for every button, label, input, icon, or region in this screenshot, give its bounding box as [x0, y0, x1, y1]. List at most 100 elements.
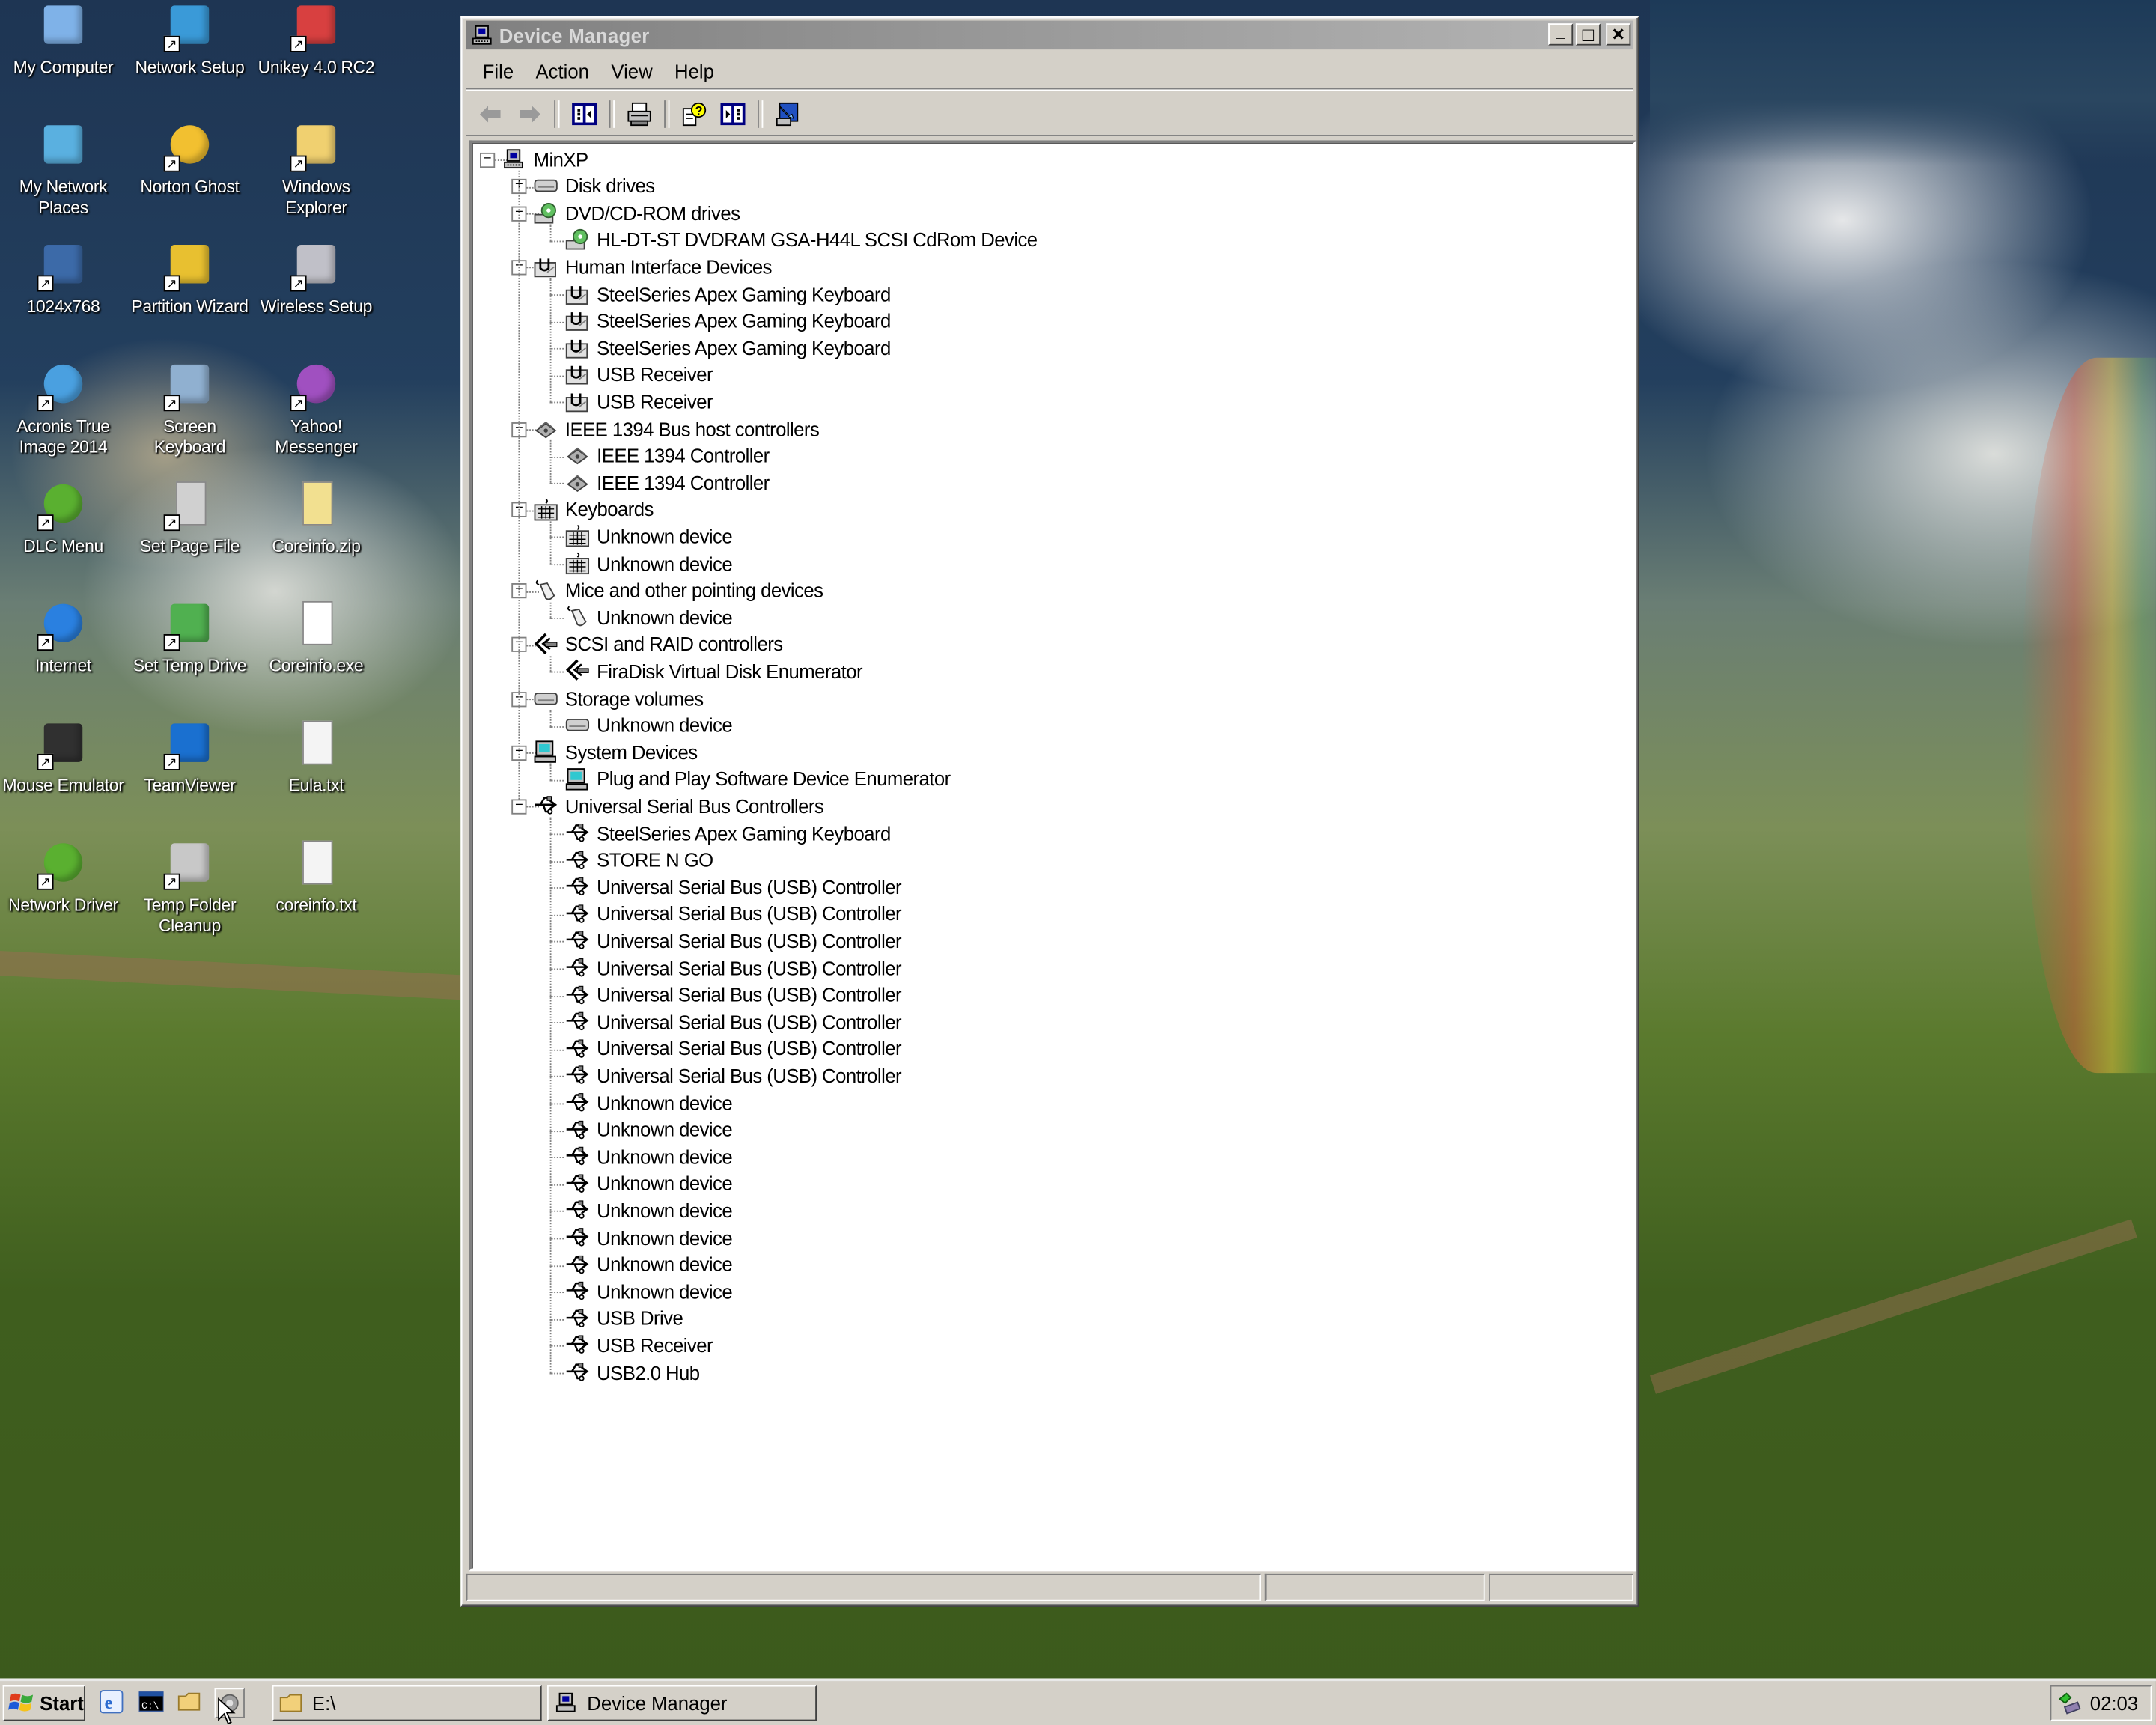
desktop-icon[interactable]: ↗ Network Setup: [127, 3, 253, 79]
tree-category[interactable]: Storage volumes: [534, 685, 704, 711]
desktop-icon[interactable]: ↗ Unikey 4.0 RC2: [253, 3, 380, 79]
collapse-toggle[interactable]: −: [480, 151, 496, 168]
desktop-icon[interactable]: ↗ Partition Wizard: [127, 242, 253, 317]
quicklaunch-explorer[interactable]: [176, 1688, 204, 1715]
tree-device[interactable]: Unknown device: [565, 1197, 733, 1223]
desktop-icon[interactable]: ↗ Windows Explorer: [253, 123, 380, 219]
title-bar[interactable]: Device Manager _ □ ✕: [466, 20, 1633, 50]
quicklaunch-internet-explorer[interactable]: e: [97, 1688, 125, 1715]
tree-root[interactable]: MinXP: [502, 146, 588, 172]
menu-file[interactable]: File: [466, 61, 525, 82]
tree-device[interactable]: USB Drive: [565, 1305, 683, 1331]
tree-device[interactable]: Universal Serial Bus (USB) Controller: [565, 874, 902, 900]
tree-device[interactable]: Unknown device: [565, 1116, 733, 1143]
maximize-button[interactable]: □: [1575, 23, 1601, 46]
tree-device[interactable]: IEEE 1394 Controller: [565, 469, 770, 496]
tree-device[interactable]: SteelSeries Apex Gaming Keyboard: [565, 820, 891, 846]
clock[interactable]: 02:03: [2090, 1692, 2138, 1714]
properties-button[interactable]: [771, 99, 804, 129]
desktop-icon[interactable]: ↗ Wireless Setup: [253, 242, 380, 317]
task-button-e-drive[interactable]: E:\: [272, 1685, 542, 1721]
tree-device[interactable]: Universal Serial Bus (USB) Controller: [565, 928, 902, 954]
tree-device[interactable]: Unknown device: [565, 1089, 733, 1116]
tree-category[interactable]: SCSI and RAID controllers: [534, 631, 783, 657]
quicklaunch-command-prompt[interactable]: C:\: [138, 1688, 165, 1715]
tree-device[interactable]: Unknown device: [565, 523, 733, 550]
tree-device[interactable]: SteelSeries Apex Gaming Keyboard: [565, 335, 891, 361]
desktop-icon[interactable]: ↗ Set Temp Drive: [127, 601, 253, 677]
desktop-icon[interactable]: My Computer: [0, 3, 127, 79]
tree-device[interactable]: Universal Serial Bus (USB) Controller: [565, 982, 902, 1008]
tree-device[interactable]: Universal Serial Bus (USB) Controller: [565, 1008, 902, 1035]
menu-view[interactable]: View: [600, 61, 664, 82]
tree-device[interactable]: FiraDisk Virtual Disk Enumerator: [565, 658, 863, 684]
collapse-toggle[interactable]: −: [511, 798, 527, 815]
tree-device[interactable]: Unknown device: [565, 1224, 733, 1250]
menu-action[interactable]: Action: [525, 61, 600, 82]
tree-device[interactable]: USB2.0 Hub: [565, 1359, 700, 1385]
tree-device[interactable]: Universal Serial Bus (USB) Controller: [565, 1035, 902, 1062]
close-button[interactable]: ✕: [1606, 23, 1631, 46]
tree-device[interactable]: SteelSeries Apex Gaming Keyboard: [565, 308, 891, 334]
help-button[interactable]: ?: [677, 99, 710, 129]
desktop-icon[interactable]: ↗ DLC Menu: [0, 481, 127, 557]
tree-category[interactable]: Keyboards: [534, 496, 654, 523]
desktop-icon[interactable]: ↗ TeamViewer: [127, 721, 253, 797]
minimize-button[interactable]: _: [1548, 22, 1574, 46]
desktop-icon[interactable]: Coreinfo.zip: [253, 481, 380, 557]
tree-category[interactable]: Disk drives: [534, 173, 655, 199]
tree-device[interactable]: Universal Serial Bus (USB) Controller: [565, 955, 902, 981]
desktop-icon[interactable]: ↗ Mouse Emulator: [0, 721, 127, 797]
desktop-icon[interactable]: ↗ Temp Folder Cleanup: [127, 841, 253, 937]
desktop-icon[interactable]: Eula.txt: [253, 720, 380, 797]
tree-device[interactable]: Unknown device: [565, 550, 733, 576]
tree-device[interactable]: USB Receiver: [565, 1332, 713, 1358]
shortcut-arrow-icon: ↗: [290, 275, 307, 292]
network-setup-icon: ↗: [163, 3, 213, 52]
show-hide-action-pane-button[interactable]: [716, 99, 749, 129]
tree-device[interactable]: Unknown device: [565, 1278, 733, 1304]
tree-device[interactable]: Universal Serial Bus (USB) Controller: [565, 1062, 902, 1089]
back-button[interactable]: [475, 99, 508, 129]
tree-device[interactable]: Unknown device: [565, 604, 733, 630]
desktop-icon[interactable]: Coreinfo.exe: [253, 600, 380, 677]
desktop-icon[interactable]: ↗ Yahoo! Messenger: [253, 362, 380, 458]
start-button[interactable]: Start: [2, 1685, 85, 1721]
tree-category[interactable]: Human Interface Devices: [534, 254, 772, 280]
forward-button[interactable]: [513, 99, 546, 129]
tree-device[interactable]: Plug and Play Software Device Enumerator: [565, 766, 951, 792]
desktop-icon[interactable]: ↗ Set Page File: [127, 481, 253, 557]
tree-category[interactable]: Universal Serial Bus Controllers: [534, 793, 824, 819]
desktop-icon[interactable]: ↗ 1024x768: [0, 242, 127, 317]
desktop-icon[interactable]: ↗ Screen Keyboard: [127, 362, 253, 458]
desktop-icon[interactable]: coreinfo.txt: [253, 840, 380, 916]
tree-device[interactable]: Universal Serial Bus (USB) Controller: [565, 901, 902, 927]
network-status-icon[interactable]: [2057, 1691, 2082, 1715]
tree-device[interactable]: SteelSeries Apex Gaming Keyboard: [565, 281, 891, 307]
desktop-icon[interactable]: ↗ Internet: [0, 601, 127, 677]
tree-device[interactable]: HL-DT-ST DVDRAM GSA-H44L SCSI CdRom Devi…: [565, 227, 1038, 253]
tree-device[interactable]: Unknown device: [565, 712, 733, 738]
tree-device-label: HL-DT-ST DVDRAM GSA-H44L SCSI CdRom Devi…: [597, 228, 1038, 251]
task-button-device-manager[interactable]: Device Manager: [547, 1685, 817, 1721]
tree-category[interactable]: DVD/CD-ROM drives: [534, 200, 740, 226]
desktop-icon[interactable]: ↗ Network Driver: [0, 841, 127, 916]
show-hide-console-tree-button[interactable]: [568, 99, 601, 129]
tree-device[interactable]: Unknown device: [565, 1143, 733, 1169]
device-tree[interactable]: − MinXP + Disk drives − DVD/CD-ROM drives HL-D…: [469, 140, 1636, 1572]
desktop-icon[interactable]: ↗ Norton Ghost: [127, 123, 253, 198]
desktop-icon[interactable]: My Network Places: [0, 123, 127, 219]
tree-device[interactable]: Unknown device: [565, 1251, 733, 1277]
tree-device[interactable]: IEEE 1394 Controller: [565, 442, 770, 469]
tree-device[interactable]: USB Receiver: [565, 362, 713, 388]
tree-device[interactable]: Unknown device: [565, 1170, 733, 1196]
tree-category[interactable]: IEEE 1394 Bus host controllers: [534, 416, 820, 442]
print-button[interactable]: [623, 99, 656, 129]
root-icon: [502, 147, 526, 171]
menu-help[interactable]: Help: [663, 61, 725, 82]
tree-device[interactable]: USB Receiver: [565, 389, 713, 415]
desktop-icon[interactable]: ↗ Acronis True Image 2014: [0, 362, 127, 458]
tree-device[interactable]: STORE N GO: [565, 847, 713, 873]
tree-category[interactable]: Mice and other pointing devices: [534, 577, 823, 603]
tree-category[interactable]: System Devices: [534, 739, 698, 765]
